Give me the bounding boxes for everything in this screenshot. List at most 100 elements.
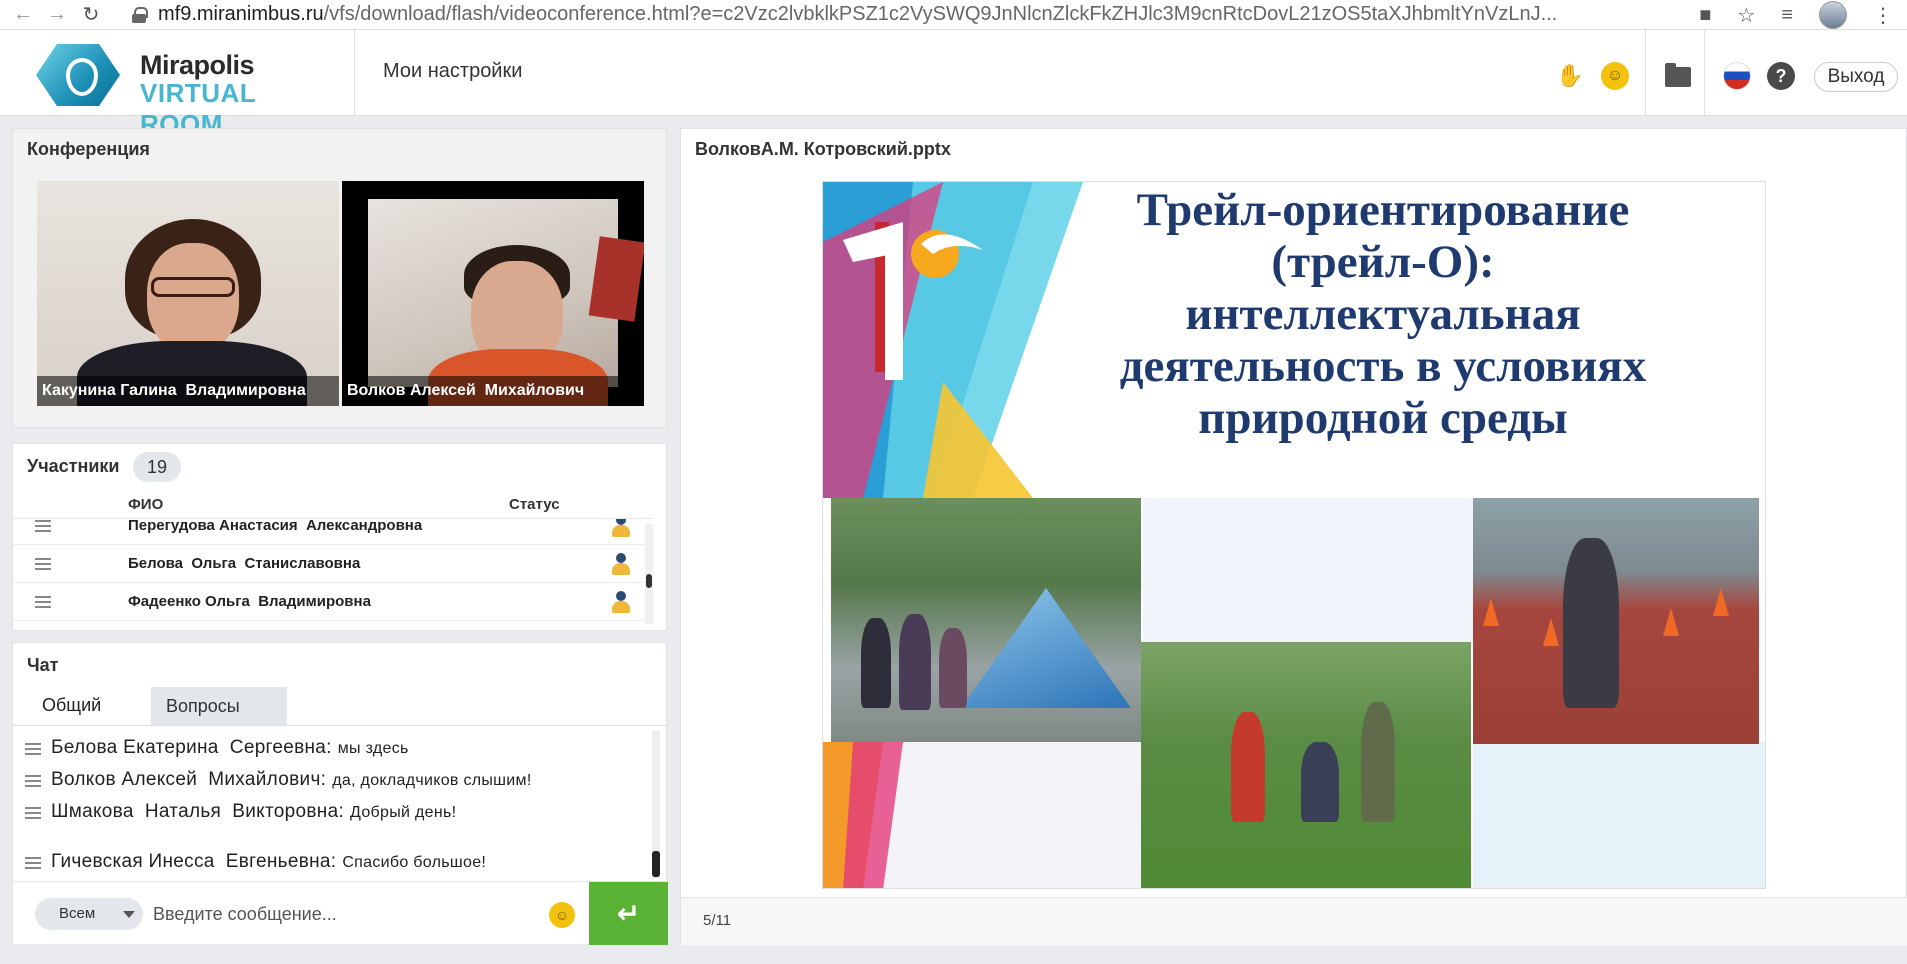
message-text: Добрый день! bbox=[350, 804, 457, 821]
back-arrow-icon[interactable]: ← bbox=[12, 3, 34, 26]
participants-list[interactable]: Перегудова Анастасия Александровна Белов… bbox=[13, 518, 653, 630]
user-status-icon bbox=[611, 553, 631, 575]
photo-cone bbox=[1663, 608, 1679, 636]
video-person-face bbox=[147, 243, 239, 353]
message-menu-icon[interactable] bbox=[25, 807, 41, 819]
photo-figure bbox=[1301, 742, 1339, 822]
slide-title-line: природной среды bbox=[1198, 392, 1568, 444]
chat-message: Гичевская Инесса Евгеньевна: Спасибо боль… bbox=[13, 849, 643, 875]
participants-panel: Участники 19 ФИО Статус Перегудова Анаст… bbox=[12, 443, 667, 631]
presentation-panel: ВолковА.М. Котровский.pptx Трейл-ориенти… bbox=[680, 128, 1907, 945]
chat-input-bar: Всем ☺ ↵ bbox=[13, 881, 668, 945]
column-header-status[interactable]: Статус bbox=[509, 496, 560, 513]
slide-photo-track bbox=[1473, 498, 1759, 744]
media-queue-icon[interactable]: ≡ bbox=[1781, 4, 1793, 27]
message-author: Волков Алексей Михайлович: bbox=[51, 769, 327, 790]
participant-name: Фадеенко Ольга Владимировна bbox=[128, 593, 371, 610]
photo-tent-shape bbox=[961, 588, 1131, 708]
url-path: /vfs/download/flash/videoconference.html… bbox=[323, 3, 1558, 25]
forward-arrow-icon[interactable]: → bbox=[46, 3, 68, 26]
participant-row[interactable]: Перегудова Анастасия Александровна bbox=[13, 518, 653, 545]
message-text: мы здесь bbox=[337, 740, 409, 757]
recipient-value: Всем bbox=[59, 905, 96, 922]
message-menu-icon[interactable] bbox=[25, 743, 41, 755]
conference-panel: Конференция Какунина Галина Владимировна… bbox=[12, 128, 667, 428]
my-settings-link[interactable]: Мои настройки bbox=[383, 60, 522, 83]
column-header-name[interactable]: ФИО bbox=[128, 496, 163, 513]
video-name-label: Волков Алексей Михайлович bbox=[342, 376, 644, 406]
chat-messages[interactable]: Белова Екатерина Сергеевна: мы здесь Волк… bbox=[13, 727, 653, 877]
message-text: Спасибо большое! bbox=[342, 854, 487, 871]
participant-name: Перегудова Анастасия Александровна bbox=[128, 518, 423, 534]
slide-photo-park bbox=[1141, 642, 1471, 888]
tab-questions[interactable]: Вопросы bbox=[151, 687, 287, 725]
profile-avatar[interactable] bbox=[1819, 1, 1847, 29]
presentation-filename: ВолковА.М. Котровский.pptx bbox=[695, 139, 951, 159]
address-bar[interactable]: mf9.miranimbus.ru/vfs/download/flash/vid… bbox=[132, 3, 1602, 26]
participants-scrollbar[interactable] bbox=[645, 524, 653, 624]
header-divider bbox=[1645, 30, 1646, 116]
url-host: mf9.miranimbus.ru bbox=[158, 3, 324, 25]
russian-flag-icon[interactable] bbox=[1723, 62, 1751, 90]
message-menu-icon[interactable] bbox=[25, 857, 41, 869]
photo-figure bbox=[1231, 712, 1265, 822]
more-vertical-icon[interactable]: ⋮ bbox=[1873, 3, 1893, 28]
slide-title-line: деятельность в условиях bbox=[1119, 340, 1647, 392]
star-icon[interactable]: ☆ bbox=[1737, 3, 1755, 28]
app-header: Mirapolis VIRTUAL ROOM Мои настройки ✋ ☺… bbox=[0, 30, 1907, 139]
video-frame bbox=[368, 199, 644, 406]
presentation-footer bbox=[681, 897, 1907, 945]
header-divider bbox=[1704, 30, 1705, 116]
drag-handle-icon[interactable] bbox=[35, 596, 51, 608]
reload-icon[interactable]: ↻ bbox=[80, 4, 102, 26]
conference-title: Конференция bbox=[27, 139, 150, 159]
header-divider bbox=[354, 30, 355, 116]
camera-icon[interactable]: ■ bbox=[1699, 4, 1711, 27]
emoji-icon[interactable]: ☺ bbox=[549, 902, 575, 928]
message-menu-icon[interactable] bbox=[25, 775, 41, 787]
slide-title-line: (трейл-О): bbox=[1271, 236, 1495, 288]
drag-handle-icon[interactable] bbox=[35, 520, 51, 532]
folder-icon[interactable] bbox=[1664, 62, 1692, 90]
participant-name: Белова Ольга Станиславовна bbox=[128, 555, 361, 572]
participant-row[interactable]: Фадеенко Ольга Владимировна bbox=[13, 583, 653, 621]
slide-photo-tent bbox=[831, 498, 1141, 742]
tab-general[interactable]: Общий bbox=[27, 687, 117, 725]
chat-scrollbar[interactable] bbox=[652, 731, 660, 879]
video-tile[interactable]: Волков Алексей Михайлович bbox=[342, 181, 644, 406]
photo-figure bbox=[1361, 702, 1395, 822]
logout-button[interactable]: Выход bbox=[1814, 62, 1898, 92]
send-button[interactable]: ↵ bbox=[589, 882, 668, 945]
lock-icon bbox=[132, 6, 148, 23]
presentation-slide[interactable]: Трейл-ориентирование (трейл-О): интеллек… bbox=[822, 181, 1766, 889]
photo-cone bbox=[1713, 588, 1729, 616]
logo-text-mirapolis: Mirapolis bbox=[140, 50, 255, 80]
slide-title-line: интеллектуальная bbox=[1185, 288, 1581, 340]
emotion-icon[interactable]: ☺ bbox=[1601, 62, 1629, 90]
participants-title: Участники bbox=[27, 456, 120, 476]
logo-hex-icon bbox=[36, 44, 120, 106]
participant-row[interactable]: Белова Ольга Станиславовна bbox=[13, 545, 653, 583]
browser-toolbar: ← → ↻ mf9.miranimbus.ru/vfs/download/fla… bbox=[0, 0, 1907, 30]
recipient-select[interactable]: Всем bbox=[35, 898, 143, 930]
help-icon[interactable]: ? bbox=[1767, 62, 1795, 90]
user-status-icon bbox=[611, 591, 631, 613]
tab-divider bbox=[13, 725, 668, 726]
video-tile[interactable]: Какунина Галина Владимировна bbox=[37, 181, 339, 406]
mirapolis-logo: Mirapolis VIRTUAL ROOM bbox=[36, 44, 326, 139]
photo-figure bbox=[899, 614, 931, 710]
photo-cone bbox=[1543, 618, 1559, 646]
chat-message: Белова Екатерина Сергеевна: мы здесь bbox=[13, 735, 643, 761]
message-input[interactable] bbox=[153, 896, 543, 932]
slide-title: Трейл-ориентирование (трейл-О): интеллек… bbox=[1053, 184, 1713, 444]
video-background-poster bbox=[588, 236, 644, 322]
photo-figure bbox=[939, 628, 967, 708]
user-status-icon bbox=[611, 519, 631, 537]
message-text: да, докладчиков слышим! bbox=[332, 772, 532, 789]
participants-count-badge: 19 bbox=[133, 452, 182, 482]
slide-counter: 5/11 bbox=[703, 912, 732, 929]
raise-hand-icon[interactable]: ✋ bbox=[1556, 62, 1584, 90]
drag-handle-icon[interactable] bbox=[35, 558, 51, 570]
message-author: Шмакова Наталья Викторовна: bbox=[51, 801, 345, 822]
message-author: Белова Екатерина Сергеевна: bbox=[51, 737, 332, 758]
